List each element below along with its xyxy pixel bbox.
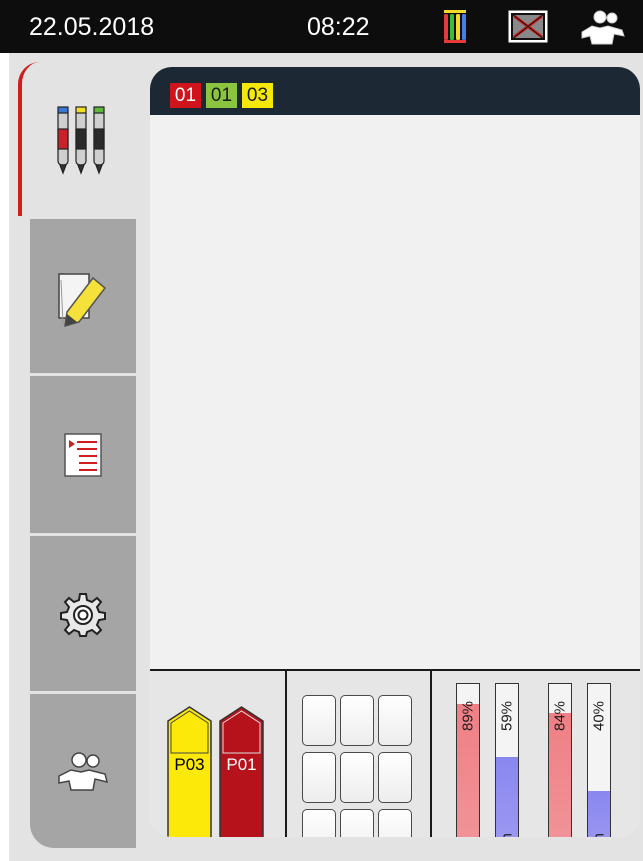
station-chip-yellow: 03 bbox=[242, 83, 273, 108]
slot[interactable] bbox=[378, 809, 412, 837]
slot[interactable] bbox=[340, 809, 374, 837]
slot[interactable] bbox=[302, 809, 336, 837]
slot[interactable] bbox=[340, 695, 374, 746]
slot[interactable] bbox=[302, 695, 336, 746]
status-date: 22.05.2018 bbox=[29, 13, 155, 41]
slot[interactable] bbox=[302, 752, 336, 803]
main-panel: 01 01 03 P03 P01 89% X1 59% 50 mm bbox=[150, 67, 640, 837]
section-divider bbox=[430, 671, 432, 837]
rack-label-p01: P01 bbox=[226, 755, 257, 774]
alarm-muted-icon[interactable] bbox=[508, 10, 548, 43]
station-chip-red: 01 bbox=[170, 83, 201, 108]
list-icon bbox=[64, 432, 102, 477]
sidebar-tab-user[interactable] bbox=[30, 691, 136, 848]
sidebar-tab-list[interactable] bbox=[30, 373, 136, 533]
gauge-x1-right[interactable]: 84% X1 bbox=[548, 683, 572, 837]
station-chip-green: 01 bbox=[206, 83, 237, 108]
gauge-50mm-right[interactable]: 40% 50 mm bbox=[587, 683, 611, 837]
pens-icon[interactable] bbox=[442, 8, 472, 44]
pencil-paper-icon bbox=[58, 273, 107, 328]
panel-header: 01 01 03 bbox=[150, 67, 640, 115]
gauge-percent: 89% bbox=[459, 700, 477, 732]
gauge-label: 50 mm bbox=[499, 811, 516, 837]
sidebar-tab-settings[interactable] bbox=[30, 533, 136, 691]
gauge-percent: 59% bbox=[498, 700, 516, 732]
section-divider bbox=[285, 671, 287, 837]
gauge-label: 50 mm bbox=[591, 811, 608, 837]
status-bar: 22.05.2018 08:22 bbox=[0, 0, 643, 53]
pens-icon bbox=[57, 106, 105, 175]
gauge-percent: 40% bbox=[590, 700, 608, 732]
status-time: 08:22 bbox=[307, 13, 370, 41]
gauge-50mm-left[interactable]: 59% 50 mm bbox=[495, 683, 519, 837]
panel-content-area bbox=[150, 115, 640, 671]
rack-label-p03: P03 bbox=[174, 755, 205, 774]
status-area: P03 P01 89% X1 59% 50 mm 84% X1 40% bbox=[150, 671, 640, 837]
slot[interactable] bbox=[378, 752, 412, 803]
user-icon[interactable] bbox=[578, 8, 628, 46]
gauge-label: X1 bbox=[552, 811, 569, 837]
sidebar-tab-pens[interactable] bbox=[18, 62, 142, 216]
slot[interactable] bbox=[340, 752, 374, 803]
gauge-percent: 84% bbox=[551, 700, 569, 732]
gauge-label: X1 bbox=[460, 811, 477, 837]
user-icon bbox=[58, 752, 109, 791]
gear-icon bbox=[60, 592, 106, 637]
slot[interactable] bbox=[378, 695, 412, 746]
sidebar-tab-edit[interactable] bbox=[30, 216, 136, 373]
gauge-x1-left[interactable]: 89% X1 bbox=[456, 683, 480, 837]
